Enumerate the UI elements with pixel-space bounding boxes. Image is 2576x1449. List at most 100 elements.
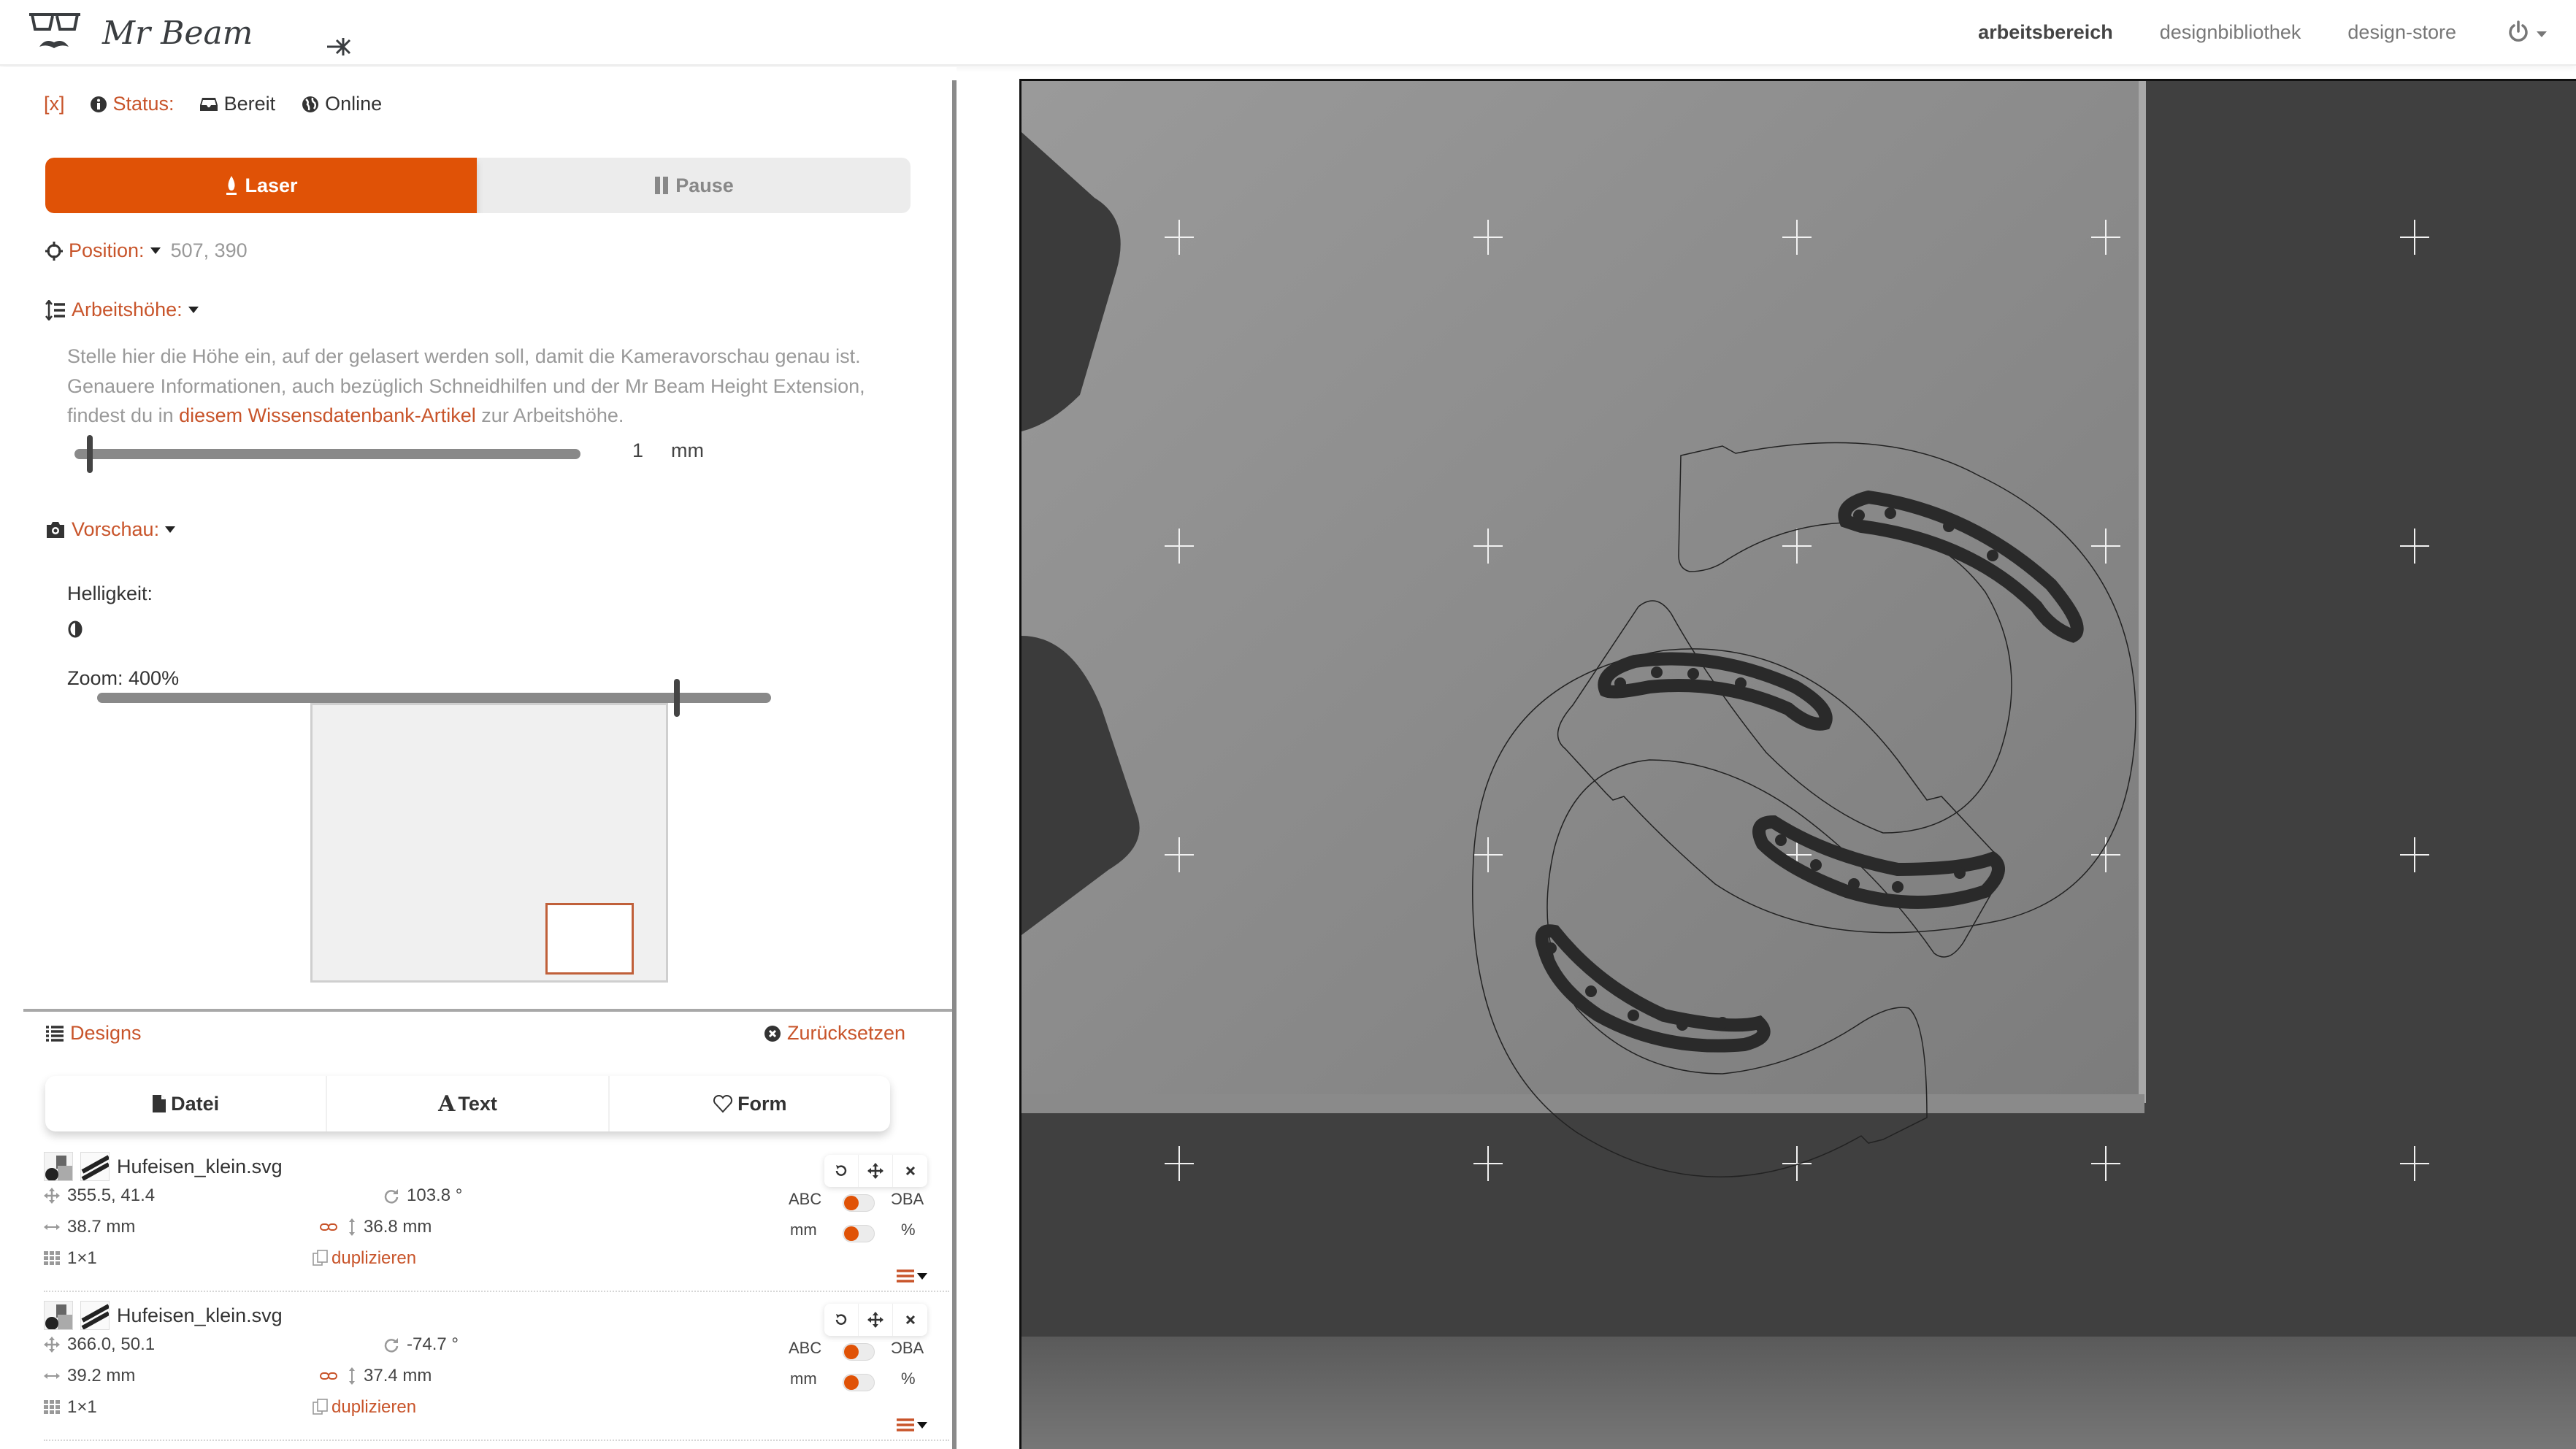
chevron-down-icon (2537, 31, 2547, 37)
pause-icon (655, 177, 669, 194)
status-label: Status: (112, 93, 175, 115)
designs-title[interactable]: Designs (70, 1022, 142, 1045)
design-rotation-value[interactable]: -74.7 ° (407, 1334, 459, 1355)
brightness-slider-thumb[interactable] (673, 679, 680, 717)
design-name-row: Hufeisen_klein.svg (44, 1152, 283, 1181)
designs-header: Designs (45, 1022, 142, 1045)
brightness-slider[interactable] (97, 679, 771, 717)
design-grid-value[interactable]: 1×1 (67, 1248, 97, 1269)
work-height-toggle[interactable]: Arbeitshöhe: (72, 299, 183, 321)
sidebar-scrollbar[interactable] (952, 80, 957, 1449)
pause-button[interactable]: Pause (477, 158, 911, 213)
design-menu-button[interactable] (897, 1269, 927, 1283)
design-filename[interactable]: Hufeisen_klein.svg (117, 1304, 283, 1327)
arrows-vertical-icon (348, 1218, 356, 1236)
grid-icon (44, 1400, 60, 1415)
arrows-horizontal-icon (44, 1223, 60, 1231)
inbox-icon (199, 96, 218, 112)
duplicate-button[interactable]: duplizieren (313, 1248, 416, 1269)
work-height-section: Arbeitshöhe: (45, 299, 199, 321)
workspace-camera-view[interactable] (1019, 79, 2576, 1449)
reset-transform-icon[interactable] (824, 1155, 859, 1187)
close-sidebar-button[interactable]: [x] (44, 93, 65, 115)
design-rotation: 103.8 ° (383, 1185, 462, 1206)
list-icon (45, 1025, 64, 1042)
reset-transform-icon[interactable] (824, 1304, 859, 1336)
mr-beam-logo[interactable]: Mr Beam (29, 10, 358, 57)
power-icon (2509, 20, 2528, 42)
laser-button-label: Laser (245, 174, 298, 196)
unit-label-right: % (901, 1221, 916, 1239)
camera-image[interactable] (1021, 81, 2576, 1449)
link-icon[interactable] (320, 1371, 337, 1381)
add-design-group: Datei A Text Form (45, 1076, 890, 1131)
position-toggle[interactable]: Position: (69, 239, 145, 262)
item-separator (44, 1291, 949, 1292)
design-item[interactable]: Hufeisen_klein.svg 366.0, 50.1 -74.7 ° 3… (44, 1296, 949, 1441)
glasses-mustache-icon (29, 13, 80, 31)
add-file-button[interactable]: Datei (45, 1076, 328, 1131)
chevron-down-icon[interactable] (150, 247, 161, 254)
svg-text:Mr Beam: Mr Beam (101, 15, 253, 52)
work-height-slider[interactable] (74, 435, 580, 473)
design-height: 37.4 mm (320, 1366, 432, 1386)
laser-button[interactable]: Laser (45, 158, 477, 213)
design-position-value[interactable]: 355.5, 41.4 (67, 1185, 155, 1206)
unit-label-right: % (901, 1369, 916, 1388)
chevron-down-icon (917, 1272, 927, 1280)
preview-section: Vorschau: (45, 518, 176, 541)
preview-toggle[interactable]: Vorschau: (72, 518, 159, 541)
reset-label: Zurücksetzen (787, 1022, 906, 1044)
remove-design-icon[interactable] (893, 1155, 927, 1187)
move-icon[interactable] (859, 1155, 893, 1187)
design-height-value[interactable]: 37.4 mm (364, 1366, 432, 1386)
arrows-vertical-icon (348, 1367, 356, 1385)
mirror-toggle[interactable] (843, 1343, 875, 1361)
zoom-preview-map[interactable] (310, 703, 668, 983)
reset-button[interactable]: Zurücksetzen (764, 1022, 905, 1045)
design-item[interactable]: Hufeisen_klein.svg 355.5, 41.4 103.8 ° 3… (44, 1148, 949, 1292)
duplicate-button[interactable]: duplizieren (313, 1397, 416, 1418)
text-icon: A (438, 1091, 456, 1117)
add-shape-button[interactable]: Form (610, 1076, 890, 1131)
design-filename[interactable]: Hufeisen_klein.svg (117, 1156, 283, 1178)
design-position-value[interactable]: 366.0, 50.1 (67, 1334, 155, 1355)
unit-toggle[interactable] (843, 1225, 875, 1242)
floor-area (1021, 1337, 2576, 1449)
main-nav: arbeitsbereich designbibliothek design-s… (1931, 0, 2547, 64)
unit-toggle[interactable] (843, 1374, 875, 1391)
mirror-label-right: ƆBA (891, 1190, 924, 1208)
nav-design-store[interactable]: design-store (2347, 21, 2456, 44)
flame-icon (226, 176, 237, 195)
design-width: 39.2 mm (44, 1366, 135, 1386)
link-icon[interactable] (320, 1222, 337, 1232)
power-menu[interactable] (2507, 20, 2547, 45)
add-text-label: Text (458, 1092, 497, 1115)
description-text-end: zur Arbeitshöhe. (475, 404, 624, 426)
nav-arbeitsbereich[interactable]: arbeitsbereich (1978, 21, 2113, 44)
zoom-viewport-rect[interactable] (545, 903, 635, 975)
design-height-value[interactable]: 36.8 mm (364, 1217, 432, 1237)
move-icon[interactable] (859, 1304, 893, 1336)
arrows-icon (44, 1337, 60, 1353)
pause-button-label: Pause (675, 174, 734, 196)
chevron-down-icon[interactable] (165, 526, 176, 533)
design-width-value[interactable]: 39.2 mm (67, 1366, 135, 1386)
file-icon (153, 1095, 166, 1112)
design-rotation-value[interactable]: 103.8 ° (407, 1185, 462, 1206)
remove-design-icon[interactable] (893, 1304, 927, 1336)
add-text-button[interactable]: A Text (327, 1076, 610, 1131)
work-height-slider-thumb[interactable] (86, 435, 93, 473)
nav-designbibliothek[interactable]: designbibliothek (2160, 21, 2301, 44)
design-menu-button[interactable] (897, 1418, 927, 1432)
knowledge-base-link[interactable]: diesem Wissensdatenbank-Artikel (179, 404, 476, 426)
mirror-label-left: ABC (789, 1339, 822, 1357)
work-height-value[interactable]: 1 (632, 439, 643, 462)
design-grid-value[interactable]: 1×1 (67, 1397, 97, 1418)
chevron-down-icon[interactable] (188, 307, 199, 313)
design-width-value[interactable]: 38.7 mm (67, 1217, 135, 1237)
material-plate (1021, 81, 2144, 1103)
vector-thumbnail-icon (80, 1301, 110, 1330)
design-height: 36.8 mm (320, 1217, 432, 1237)
mirror-toggle[interactable] (843, 1194, 875, 1212)
